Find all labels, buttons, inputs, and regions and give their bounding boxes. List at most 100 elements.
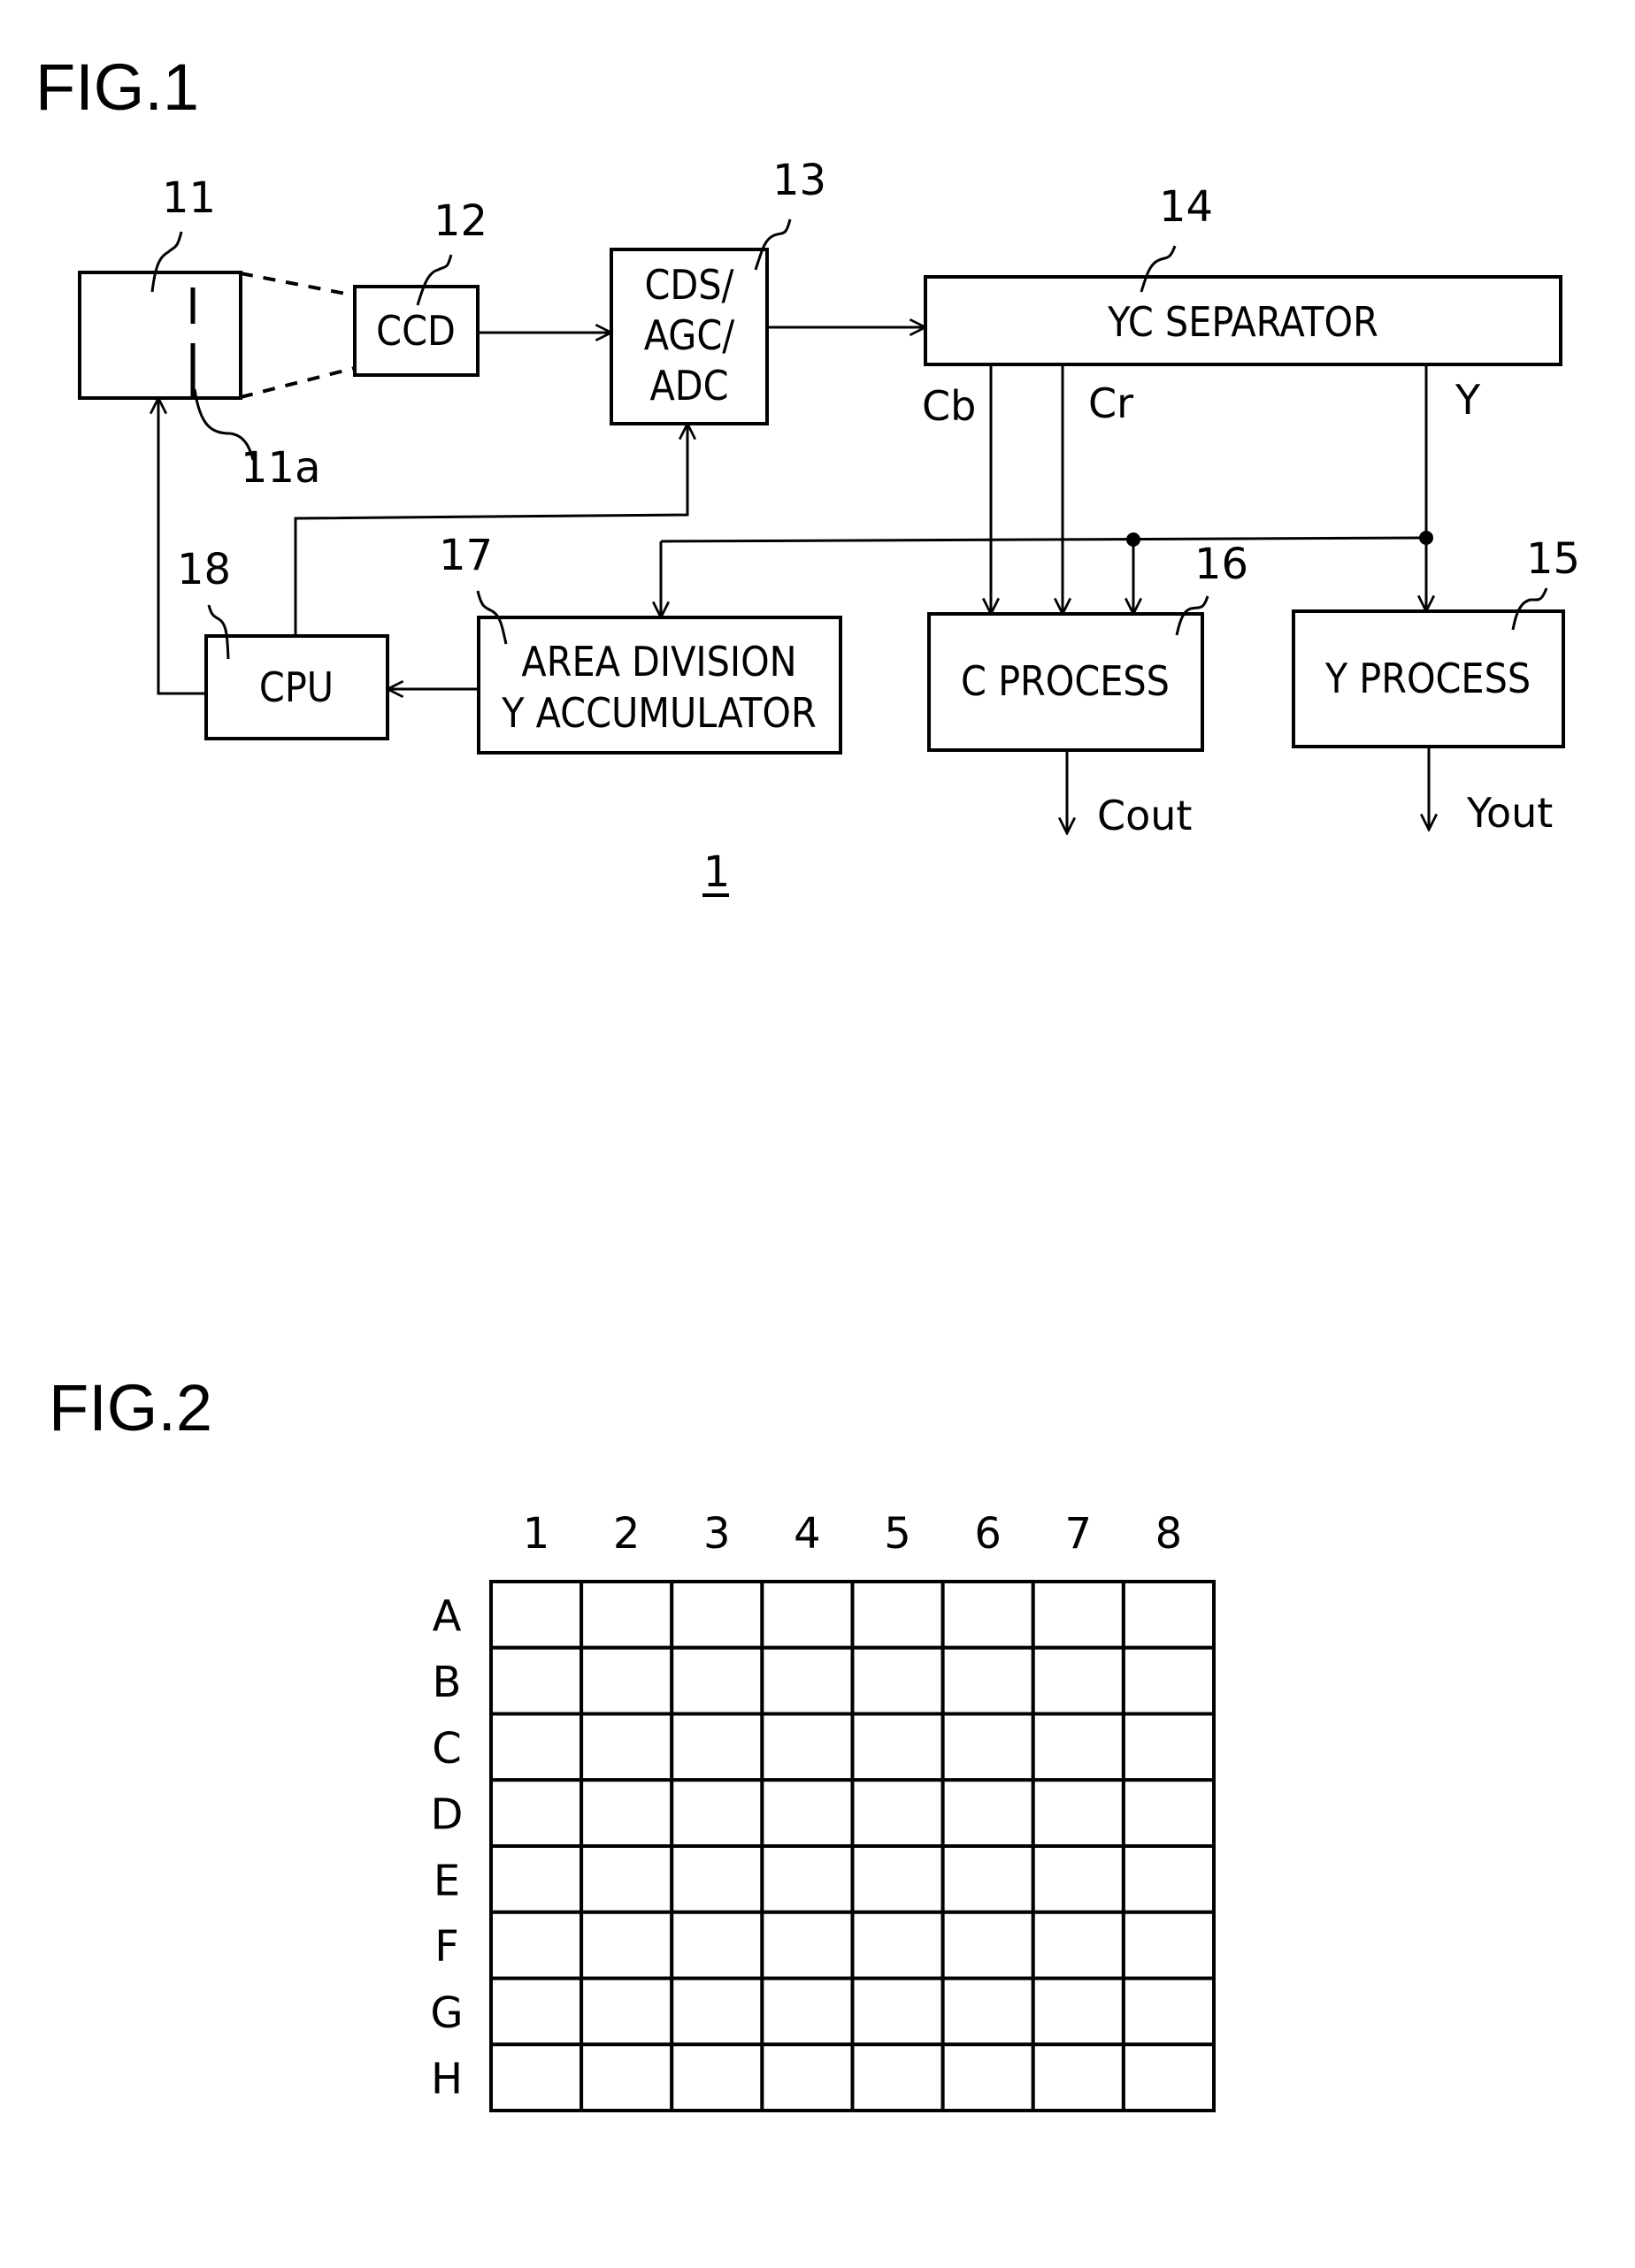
ref-12: 12 xyxy=(434,196,487,246)
grid-cell-C1 xyxy=(489,1712,584,1782)
ref-15: 15 xyxy=(1526,534,1580,584)
grid-cell-A8 xyxy=(1121,1580,1216,1650)
grid-cell-B6 xyxy=(940,1645,1035,1716)
row-label: F xyxy=(434,1922,459,1972)
ref-14: 14 xyxy=(1159,182,1213,232)
row-label: G xyxy=(430,1988,463,2038)
grid-cell-G4 xyxy=(760,1976,855,2047)
row-label: D xyxy=(431,1790,464,1840)
grid-cell-G8 xyxy=(1121,1976,1216,2047)
column-label: 3 xyxy=(703,1509,731,1559)
grid-cell-E2 xyxy=(580,1844,674,1914)
grid-cell-H6 xyxy=(940,2042,1035,2112)
area-division-block: AREA DIVISION Y ACCUMULATOR 17 xyxy=(439,531,842,755)
optics-box xyxy=(78,271,242,400)
grid-cell-F5 xyxy=(850,1910,945,1981)
column-label: 7 xyxy=(1065,1509,1093,1559)
grid-cell-D4 xyxy=(760,1778,855,1848)
grid-cell-B7 xyxy=(1031,1645,1125,1716)
c-process-block: C PROCESS 16 xyxy=(927,540,1248,752)
grid-cell-E6 xyxy=(940,1844,1035,1914)
cpu-label: CPU xyxy=(259,663,334,711)
grid-cell-D2 xyxy=(580,1778,674,1848)
junction-y xyxy=(1419,531,1433,545)
row-label: B xyxy=(433,1658,462,1707)
figure-1-title: FIG.1 xyxy=(35,50,199,124)
grid-cell-F3 xyxy=(670,1910,764,1981)
grid-cell-F4 xyxy=(760,1910,855,1981)
grid-cell-A7 xyxy=(1031,1580,1125,1650)
grid-cell-C3 xyxy=(670,1712,764,1782)
grid-cell-C5 xyxy=(850,1712,945,1782)
grid-cell-F2 xyxy=(580,1910,674,1981)
grid-cell-E7 xyxy=(1031,1844,1125,1914)
grid-cell-B4 xyxy=(760,1645,855,1716)
grid-cell-B8 xyxy=(1121,1645,1216,1716)
ccd-label: CCD xyxy=(376,307,456,355)
grid-cell-B1 xyxy=(489,1645,584,1716)
grid-cell-G3 xyxy=(670,1976,764,2047)
row-label: C xyxy=(432,1724,462,1774)
column-label: 4 xyxy=(794,1509,821,1559)
ref-18: 18 xyxy=(177,545,231,594)
y-process-block: Y PROCESS 15 xyxy=(1292,534,1580,748)
signal-cr-label: Cr xyxy=(1088,379,1133,427)
column-label: 6 xyxy=(974,1509,1002,1559)
yout-label: Yout xyxy=(1466,789,1553,837)
grid-cell-E1 xyxy=(489,1844,584,1914)
column-label: 8 xyxy=(1155,1509,1183,1559)
cds-line-3: ADC xyxy=(649,362,728,410)
grid-cell-B3 xyxy=(670,1645,764,1716)
grid-cell-H4 xyxy=(760,2042,855,2112)
grid-cell-A4 xyxy=(760,1580,855,1650)
grid-cell-H7 xyxy=(1031,2042,1125,2112)
grid-cell-A5 xyxy=(850,1580,945,1650)
grid-cell-E4 xyxy=(760,1844,855,1914)
grid-cell-H8 xyxy=(1121,2042,1216,2112)
yc-separator-label: YC SEPARATOR xyxy=(1107,298,1378,346)
figure-2-title: FIG.2 xyxy=(49,1371,212,1444)
grid-cell-H5 xyxy=(850,2042,945,2112)
grid-cell-E5 xyxy=(850,1844,945,1914)
grid-cell-D6 xyxy=(940,1778,1035,1848)
grid-cell-C2 xyxy=(580,1712,674,1782)
grid-cell-C6 xyxy=(940,1712,1035,1782)
yc-separator-block: YC SEPARATOR 14 xyxy=(924,182,1562,366)
column-label: 5 xyxy=(884,1509,911,1559)
y-process-label: Y PROCESS xyxy=(1324,655,1531,702)
ref-13: 13 xyxy=(772,156,826,205)
grid-cell-C4 xyxy=(760,1712,855,1782)
ref-17: 17 xyxy=(439,531,493,580)
ref-16: 16 xyxy=(1194,540,1248,589)
y-bus xyxy=(660,536,1427,543)
c-process-label: C PROCESS xyxy=(961,657,1170,705)
grid-cell-C8 xyxy=(1121,1712,1216,1782)
column-label: 1 xyxy=(523,1509,550,1559)
signal-cb-label: Cb xyxy=(922,382,976,430)
ref-11: 11 xyxy=(162,173,216,223)
signal-y-label: Y xyxy=(1455,376,1481,424)
row-label: A xyxy=(433,1591,462,1641)
cpu-to-cds-control xyxy=(294,424,687,636)
row-label: H xyxy=(431,2055,463,2104)
row-label: E xyxy=(434,1856,460,1905)
grid-cell-A6 xyxy=(940,1580,1035,1650)
grid-cell-B2 xyxy=(580,1645,674,1716)
cds-agc-adc-block: CDS/ AGC/ ADC 13 xyxy=(610,156,826,425)
area-division-line-2: Y ACCUMULATOR xyxy=(501,689,816,737)
cout-label: Cout xyxy=(1097,792,1192,839)
grid-cell-B5 xyxy=(850,1645,945,1716)
cds-line-2: AGC/ xyxy=(644,311,734,359)
grid-cell-E8 xyxy=(1121,1844,1216,1914)
grid-cell-C7 xyxy=(1031,1712,1125,1782)
grid-cell-A1 xyxy=(489,1580,584,1650)
area-division-line-1: AREA DIVISION xyxy=(521,638,796,686)
grid-cell-F8 xyxy=(1121,1910,1216,1981)
grid-cell-G6 xyxy=(940,1976,1035,2047)
ccd-block: CCD 12 xyxy=(353,196,487,377)
area-division-grid: 1 2 3 4 5 6 7 8 ABCDEFGH xyxy=(430,1509,1216,2112)
grid-cell-G2 xyxy=(580,1976,674,2047)
grid-cell-G5 xyxy=(850,1976,945,2047)
optics-block: 11 11a xyxy=(78,173,321,493)
cpu-block: CPU 18 xyxy=(177,545,389,740)
